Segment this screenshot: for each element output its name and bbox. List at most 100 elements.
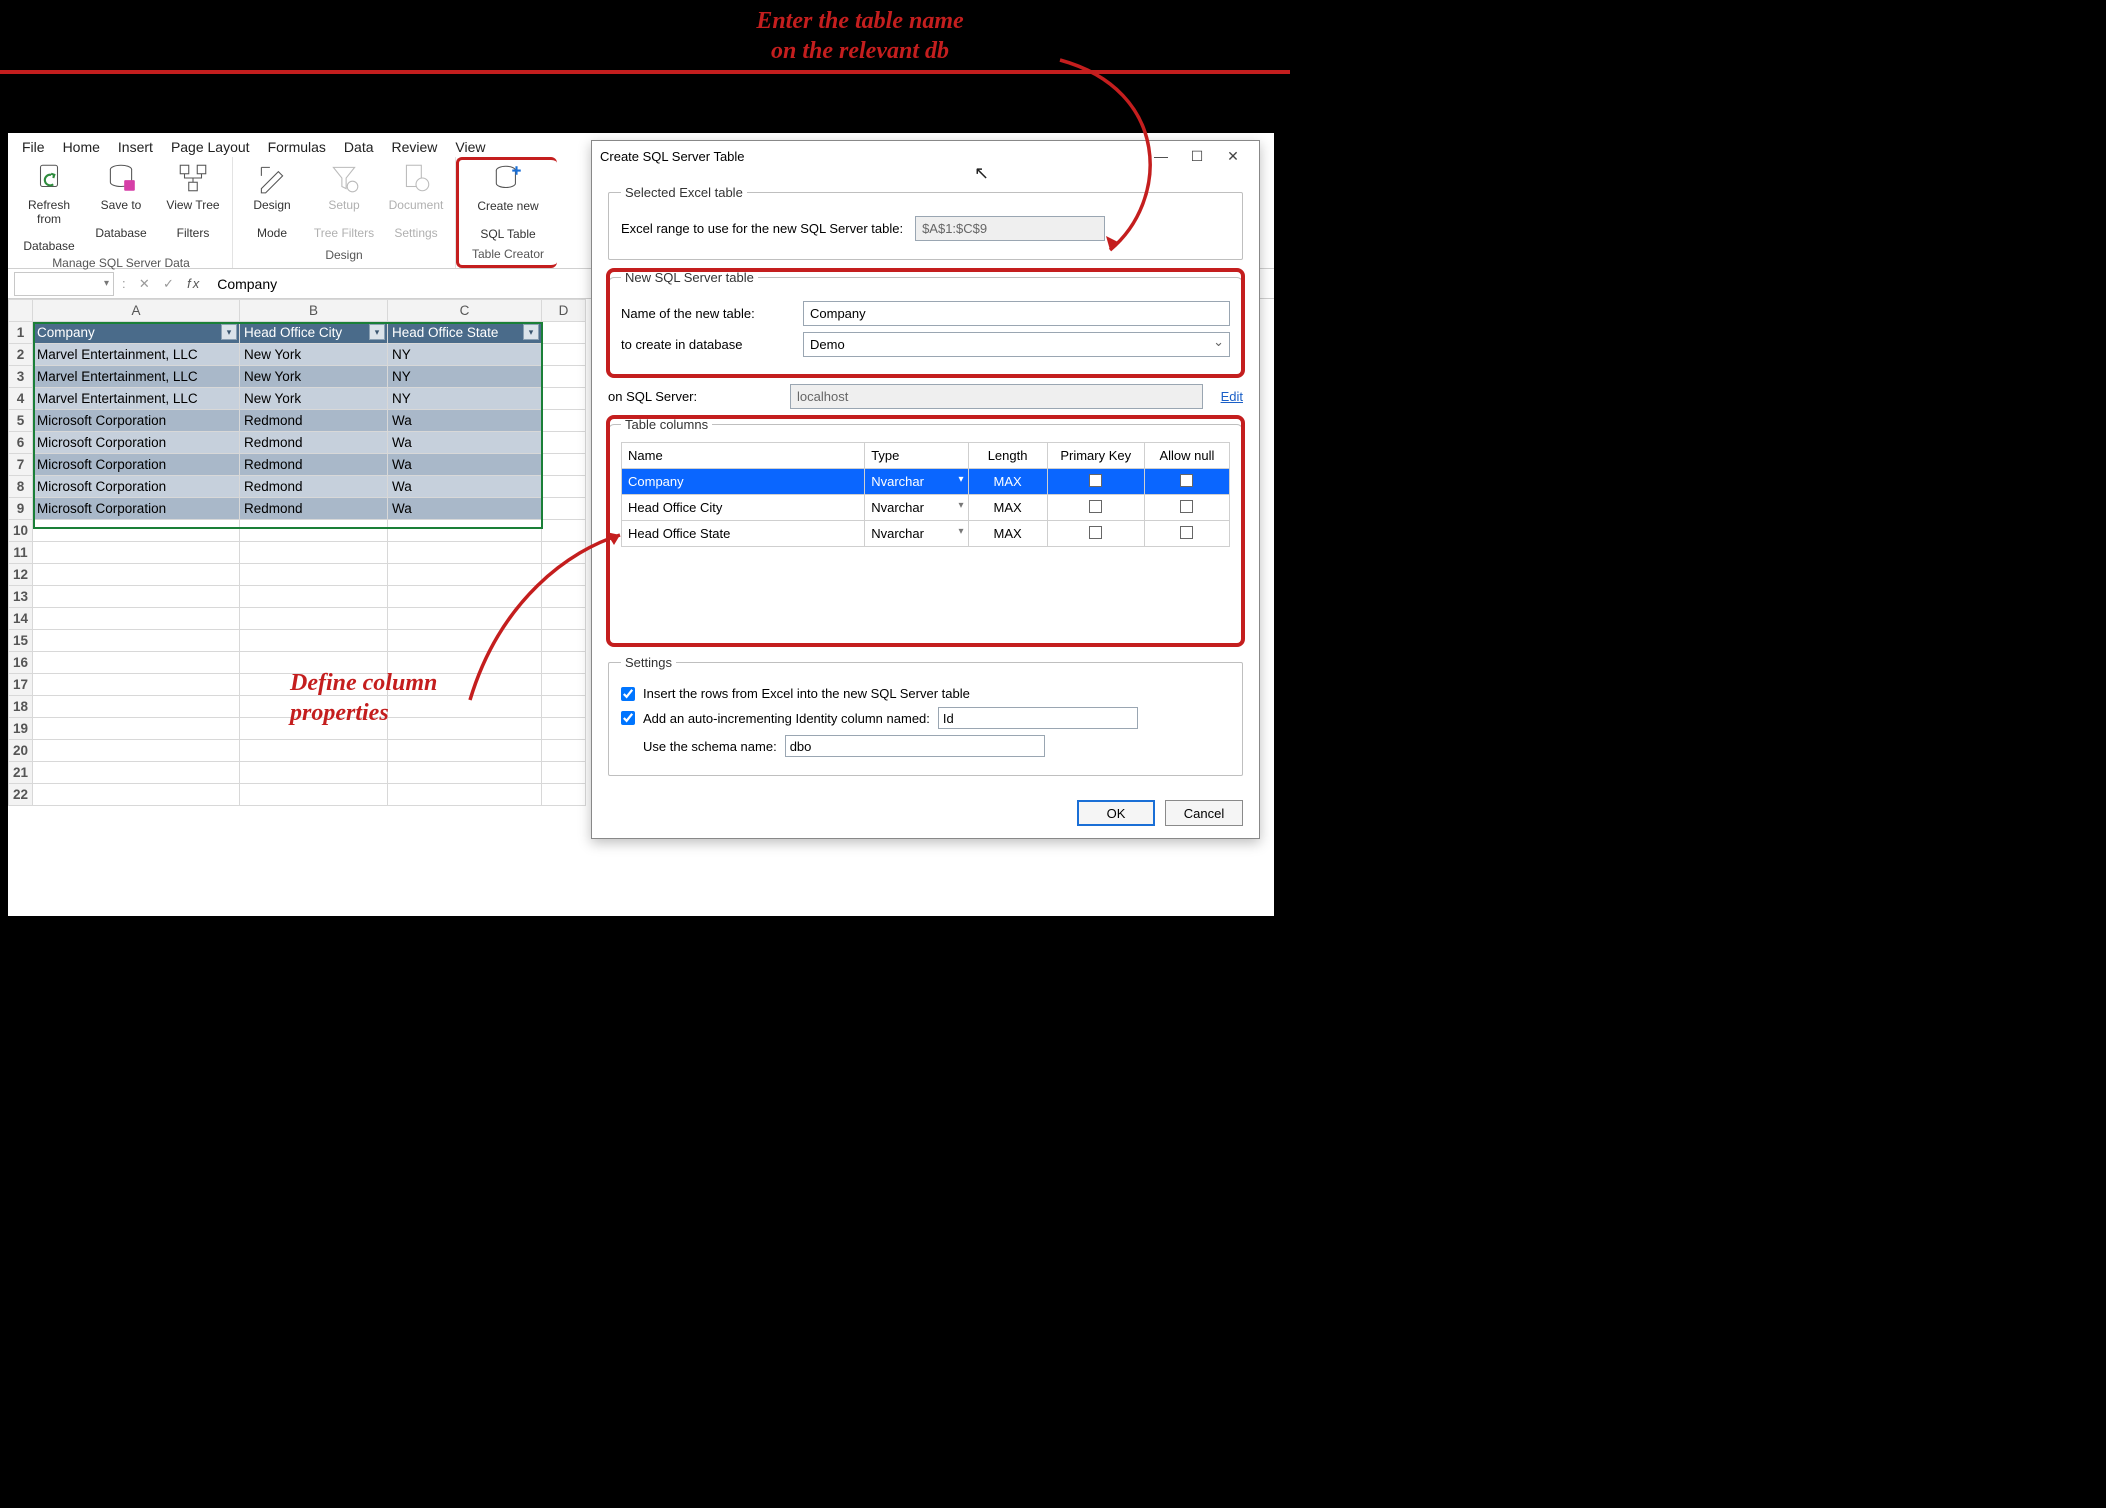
row-header[interactable]: 8: [9, 476, 33, 498]
tab-formulas[interactable]: Formulas: [268, 139, 326, 155]
row-header[interactable]: 10: [9, 520, 33, 542]
cell[interactable]: [542, 344, 586, 366]
cell[interactable]: New York: [240, 344, 388, 366]
row-header[interactable]: 11: [9, 542, 33, 564]
col-header-D[interactable]: D: [542, 300, 586, 322]
maximize-icon[interactable]: ☐: [1179, 148, 1215, 165]
col-pk-checkbox[interactable]: [1047, 469, 1144, 495]
cell[interactable]: [33, 718, 240, 740]
row-header[interactable]: 5: [9, 410, 33, 432]
table-header-cell[interactable]: Head Office State▾: [388, 322, 542, 344]
cell[interactable]: Redmond: [240, 476, 388, 498]
column-row[interactable]: Head Office City Nvarchar MAX: [622, 495, 1230, 521]
cell[interactable]: [240, 542, 388, 564]
cell[interactable]: [542, 432, 586, 454]
cell[interactable]: [542, 410, 586, 432]
cell[interactable]: [542, 542, 586, 564]
formula-bar-buttons[interactable]: : ✕ ✓ fx: [122, 276, 201, 292]
row-header[interactable]: 4: [9, 388, 33, 410]
col-header-A[interactable]: A: [33, 300, 240, 322]
cell[interactable]: [33, 784, 240, 806]
col-head-length[interactable]: Length: [968, 443, 1047, 469]
insert-rows-checkbox[interactable]: [621, 687, 635, 701]
col-type-cell[interactable]: Nvarchar: [865, 469, 968, 495]
cell[interactable]: Microsoft Corporation: [33, 498, 240, 520]
columns-table[interactable]: Name Type Length Primary Key Allow null …: [621, 442, 1230, 547]
row-header[interactable]: 3: [9, 366, 33, 388]
cell[interactable]: Microsoft Corporation: [33, 432, 240, 454]
refresh-from-database-button[interactable]: Refresh fromDatabase: [16, 159, 82, 256]
row-header[interactable]: 2: [9, 344, 33, 366]
cell[interactable]: [240, 740, 388, 762]
tab-file[interactable]: File: [22, 139, 45, 155]
col-length-cell[interactable]: MAX: [968, 469, 1047, 495]
create-new-sql-table-button[interactable]: Create newSQL Table: [463, 160, 553, 243]
col-head-type[interactable]: Type: [865, 443, 968, 469]
cancel-button[interactable]: Cancel: [1165, 800, 1243, 826]
cell[interactable]: [542, 366, 586, 388]
cell[interactable]: Wa: [388, 498, 542, 520]
cell[interactable]: [33, 696, 240, 718]
cell[interactable]: Marvel Entertainment, LLC: [33, 388, 240, 410]
row-header[interactable]: 13: [9, 586, 33, 608]
cell[interactable]: Marvel Entertainment, LLC: [33, 344, 240, 366]
cell[interactable]: Microsoft Corporation: [33, 476, 240, 498]
row-header[interactable]: 9: [9, 498, 33, 520]
identity-checkbox[interactable]: [621, 711, 635, 725]
cell[interactable]: [542, 454, 586, 476]
cell[interactable]: Redmond: [240, 454, 388, 476]
cell[interactable]: [33, 630, 240, 652]
cell[interactable]: [388, 542, 542, 564]
row-header[interactable]: 22: [9, 784, 33, 806]
col-name-cell[interactable]: Company: [622, 469, 865, 495]
cell[interactable]: New York: [240, 366, 388, 388]
col-length-cell[interactable]: MAX: [968, 521, 1047, 547]
cell[interactable]: [542, 476, 586, 498]
edit-server-link[interactable]: Edit: [1221, 389, 1243, 404]
select-all-corner[interactable]: [9, 300, 33, 322]
cell[interactable]: [542, 564, 586, 586]
table-header-cell[interactable]: Company▾: [33, 322, 240, 344]
tab-home[interactable]: Home: [63, 139, 100, 155]
tab-insert[interactable]: Insert: [118, 139, 153, 155]
col-length-cell[interactable]: MAX: [968, 495, 1047, 521]
cell[interactable]: Microsoft Corporation: [33, 454, 240, 476]
cell[interactable]: [542, 322, 586, 344]
col-header-C[interactable]: C: [388, 300, 542, 322]
cell[interactable]: [240, 520, 388, 542]
row-header[interactable]: 15: [9, 630, 33, 652]
row-header[interactable]: 12: [9, 564, 33, 586]
cell[interactable]: [542, 388, 586, 410]
close-icon[interactable]: ✕: [1215, 148, 1251, 165]
cell[interactable]: Wa: [388, 410, 542, 432]
col-allownull-checkbox[interactable]: [1144, 521, 1229, 547]
cell[interactable]: [33, 762, 240, 784]
col-pk-checkbox[interactable]: [1047, 521, 1144, 547]
cell[interactable]: [33, 674, 240, 696]
cell[interactable]: [240, 630, 388, 652]
database-select[interactable]: [803, 332, 1230, 357]
identity-name-input[interactable]: [938, 707, 1138, 729]
cell[interactable]: Marvel Entertainment, LLC: [33, 366, 240, 388]
row-header[interactable]: 6: [9, 432, 33, 454]
cell[interactable]: [542, 608, 586, 630]
row-header[interactable]: 20: [9, 740, 33, 762]
column-row[interactable]: Head Office State Nvarchar MAX: [622, 521, 1230, 547]
cell[interactable]: [542, 520, 586, 542]
tab-page-layout[interactable]: Page Layout: [171, 139, 250, 155]
row-header[interactable]: 14: [9, 608, 33, 630]
cell[interactable]: [240, 564, 388, 586]
schema-name-input[interactable]: [785, 735, 1045, 757]
row-header[interactable]: 21: [9, 762, 33, 784]
view-tree-filters-button[interactable]: View TreeFilters: [160, 159, 226, 256]
col-head-allownull[interactable]: Allow null: [1144, 443, 1229, 469]
table-header-cell[interactable]: Head Office City▾: [240, 322, 388, 344]
col-type-cell[interactable]: Nvarchar: [865, 495, 968, 521]
row-header[interactable]: 17: [9, 674, 33, 696]
tab-data[interactable]: Data: [344, 139, 374, 155]
design-mode-button[interactable]: DesignMode: [239, 159, 305, 242]
cell[interactable]: Wa: [388, 476, 542, 498]
cell[interactable]: [33, 652, 240, 674]
cell[interactable]: [388, 762, 542, 784]
col-allownull-checkbox[interactable]: [1144, 495, 1229, 521]
